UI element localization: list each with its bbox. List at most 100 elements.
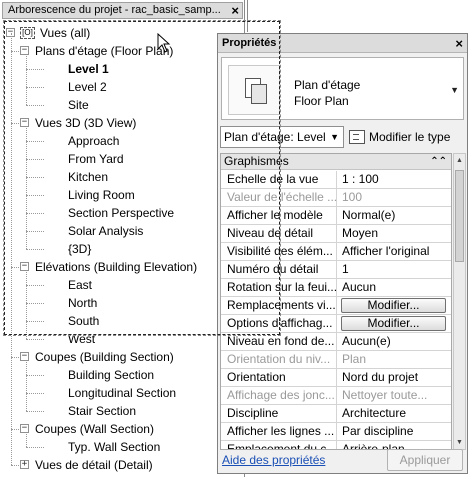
property-name: Remplacements vi...: [221, 297, 337, 314]
tree-item[interactable]: Section Perspective: [0, 204, 245, 222]
property-name: Niveau de détail: [221, 225, 337, 242]
tree-item[interactable]: Approach: [0, 132, 245, 150]
expand-icon[interactable]: +: [20, 460, 29, 469]
property-row[interactable]: Afficher le modèle Normal(e): [221, 207, 451, 225]
tree-category[interactable]: − Elévations (Building Elevation): [0, 258, 245, 276]
tree-item-label: Level 1: [68, 62, 109, 76]
property-value[interactable]: Afficher l'original: [338, 243, 451, 260]
tree-guide-line: [26, 434, 27, 447]
property-value[interactable]: Moyen: [338, 225, 451, 242]
property-name: Rotation sur la feui...: [221, 279, 337, 296]
collapse-icon[interactable]: −: [20, 352, 29, 361]
mouse-pointer-icon: [157, 33, 171, 53]
property-value[interactable]: Aucun: [338, 279, 451, 296]
edit-property-button[interactable]: Modifier...: [341, 298, 446, 313]
views-root-icon: [O]: [20, 27, 35, 39]
scroll-down-icon[interactable]: ▼: [454, 436, 465, 449]
apply-button[interactable]: Appliquer: [387, 449, 463, 471]
property-value[interactable]: Normal(e): [338, 207, 451, 224]
project-browser-title: Arborescence du projet - rac_basic_samp.…: [8, 4, 221, 16]
property-row[interactable]: Rotation sur la feui... Aucun: [221, 279, 451, 297]
tree-category[interactable]: − Coupes (Wall Section): [0, 420, 245, 438]
tree-item[interactable]: East: [0, 276, 245, 294]
tree-item[interactable]: South: [0, 312, 245, 330]
tree-item[interactable]: Kitchen: [0, 168, 245, 186]
property-value[interactable]: Architecture: [338, 405, 451, 422]
tree-category[interactable]: − Coupes (Building Section): [0, 348, 245, 366]
instance-filter-dropdown[interactable]: Plan d'étage: Level ▼: [220, 126, 344, 148]
tree-item-label: Kitchen: [68, 170, 109, 184]
tree-guide-line: [26, 128, 27, 249]
properties-scrollbar[interactable]: ▲ ▼: [453, 153, 466, 450]
property-value[interactable]: 1: [338, 261, 451, 278]
project-browser-title-bar[interactable]: Arborescence du projet - rac_basic_samp.…: [2, 2, 243, 19]
property-row[interactable]: Remplacements vi... Modifier...: [221, 297, 451, 315]
tree-item-label: East: [68, 278, 93, 292]
drawing-area-edge: [247, 0, 469, 32]
property-row[interactable]: Discipline Architecture: [221, 405, 451, 423]
collapse-icon[interactable]: −: [20, 262, 29, 271]
collapse-group-icon[interactable]: ⌃⌃: [430, 154, 447, 169]
property-row[interactable]: Visibilité des élém... Afficher l'origina…: [221, 243, 451, 261]
tree-item-label: From Yard: [68, 152, 124, 166]
tree-item[interactable]: Typ. Wall Section: [0, 438, 245, 456]
tree-item[interactable]: {3D}: [0, 240, 245, 258]
tree-item[interactable]: From Yard: [0, 150, 245, 168]
property-row[interactable]: Echelle de la vue 1 : 100: [221, 171, 451, 189]
tree-item[interactable]: West: [0, 330, 245, 348]
close-icon[interactable]: ×: [231, 3, 239, 18]
property-row[interactable]: Niveau en fond de... Aucun(e): [221, 333, 451, 351]
properties-title-bar[interactable]: Propriétés ×: [218, 34, 467, 53]
property-row[interactable]: Orientation Nord du projet: [221, 369, 451, 387]
floor-plan-type-icon: [228, 65, 280, 115]
property-name: Orientation du niv...: [221, 351, 337, 368]
tree-item-label: Living Room: [68, 188, 135, 202]
property-value[interactable]: 1 : 100: [338, 171, 451, 188]
collapse-icon[interactable]: −: [20, 46, 29, 55]
property-value[interactable]: Aucun(e): [338, 333, 451, 350]
tree-item[interactable]: Living Room: [0, 186, 245, 204]
property-name: Discipline: [221, 405, 337, 422]
chevron-down-icon[interactable]: ▼: [450, 85, 459, 95]
property-row[interactable]: Numéro du détail 1: [221, 261, 451, 279]
edit-type-label: Modifier le type: [369, 130, 451, 144]
property-row[interactable]: Niveau de détail Moyen: [221, 225, 451, 243]
scrollbar-thumb[interactable]: [455, 170, 464, 262]
tree-item[interactable]: Longitudinal Section: [0, 384, 245, 402]
tree-item-label: Solar Analysis: [68, 224, 144, 238]
property-row[interactable]: Options d'affichag... Modifier...: [221, 315, 451, 333]
tree-item[interactable]: Level 1: [0, 60, 245, 78]
tree-item[interactable]: Site: [0, 96, 245, 114]
edit-property-button[interactable]: Modifier...: [341, 316, 446, 331]
tree-category[interactable]: − Vues 3D (3D View): [0, 114, 245, 132]
edit-type-icon: [349, 130, 365, 144]
tree-category[interactable]: + Vues de détail (Detail): [0, 456, 245, 474]
scroll-up-icon[interactable]: ▲: [454, 154, 465, 167]
properties-palette: Propriétés × Plan d'étage Floor Plan ▼ P…: [217, 33, 468, 474]
tree-guide-line: [26, 272, 27, 339]
property-value[interactable]: Par discipline: [338, 423, 451, 440]
tree-category[interactable]: − Plans d'étage (Floor Plan): [0, 42, 245, 60]
property-name: Emplacement du c...: [221, 441, 337, 449]
property-row: Affichage des jonc... Nettoyer toute...: [221, 387, 451, 405]
tree-item[interactable]: Level 2: [0, 78, 245, 96]
property-row[interactable]: Afficher les lignes ... Par discipline: [221, 423, 451, 441]
tree-item[interactable]: Solar Analysis: [0, 222, 245, 240]
property-name: Numéro du détail: [221, 261, 337, 278]
properties-help-link[interactable]: Aide des propriétés: [222, 453, 325, 467]
collapse-icon[interactable]: −: [20, 424, 29, 433]
tree-item[interactable]: Stair Section: [0, 402, 245, 420]
tree-item-label: Building Section: [68, 368, 155, 382]
collapse-icon[interactable]: −: [20, 118, 29, 127]
group-header-graphics[interactable]: Graphismes ⌃⌃: [221, 154, 451, 170]
property-row: Orientation du niv... Plan: [221, 351, 451, 369]
edit-type-button[interactable]: Modifier le type: [349, 126, 467, 148]
tree-item-label: {3D}: [68, 242, 92, 256]
close-icon[interactable]: ×: [455, 34, 463, 53]
tree-item[interactable]: Building Section: [0, 366, 245, 384]
tree-item[interactable]: North: [0, 294, 245, 312]
property-name: Echelle de la vue: [221, 171, 337, 188]
property-value[interactable]: Nord du projet: [338, 369, 451, 386]
type-selector[interactable]: Plan d'étage Floor Plan ▼: [221, 57, 464, 120]
property-name: Afficher le modèle: [221, 207, 337, 224]
